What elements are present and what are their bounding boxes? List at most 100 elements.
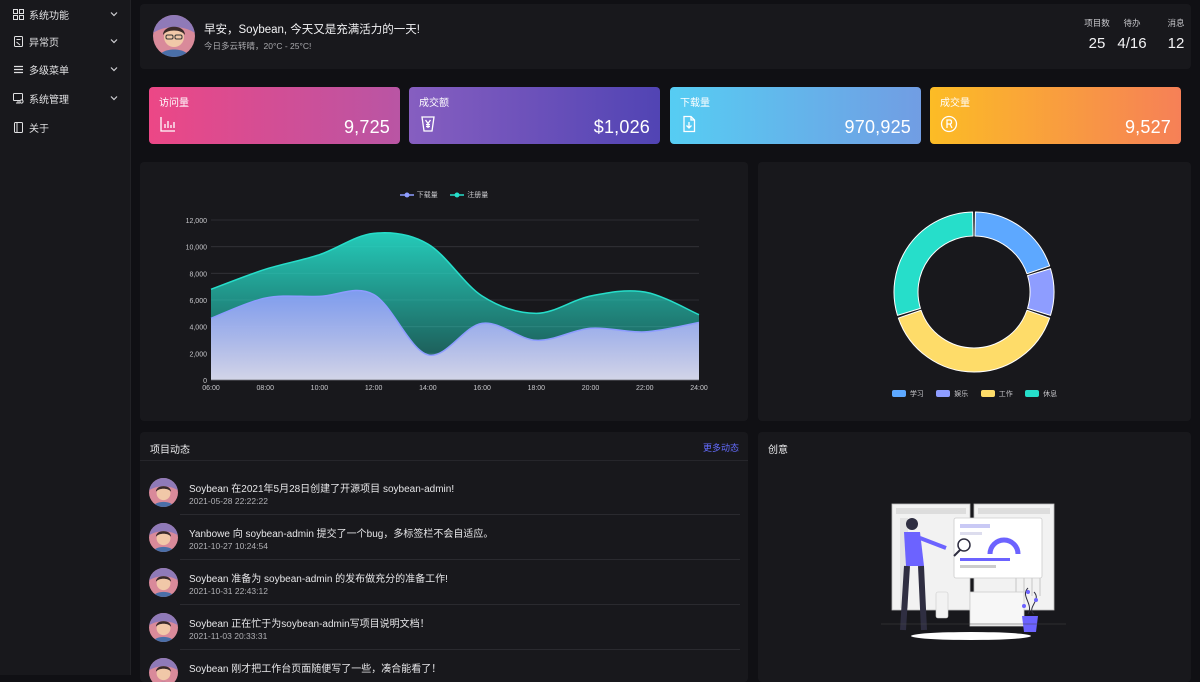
activity-card: 项目动态 更多动态 Soybean 在2021年5月28日创建了开源项目 soy… (140, 432, 748, 682)
stat-label: 项目数 (1084, 18, 1110, 28)
divider (140, 460, 748, 461)
legend-item-work[interactable]: 工作 (980, 389, 1013, 399)
stat-card-title: 下载量 (680, 98, 710, 109)
avatar (149, 613, 178, 642)
activity-text: Soybean 准备为 soybean-admin 的发布做充分的准备工作! (189, 574, 448, 585)
sidebar-item-multilevel-menu[interactable]: 多级菜单 (0, 55, 131, 83)
y-tick-label: 12,000 (186, 218, 208, 225)
stat-messages: 消息 12 (1158, 17, 1194, 52)
main-content: 早安，Soybean, 今天又是充满活力的一天! 今日多云转晴，20°C - 2… (131, 0, 1200, 682)
avatar (149, 568, 178, 597)
avatar (149, 658, 178, 682)
activity-text: Soybean 刚才把工作台页面随便写了一些，凑合能看了！ (189, 664, 442, 675)
stat-card-deals[interactable]: 成交量 9,527 (930, 87, 1181, 144)
avatar (153, 15, 195, 57)
stat-card-value: 970,925 (844, 117, 911, 137)
divider (180, 604, 740, 605)
y-tick-label: 6,000 (189, 298, 207, 305)
creativity-illustration (881, 503, 1066, 640)
list-icon (12, 63, 24, 75)
stat-value: 25 (1088, 35, 1106, 52)
legend-label: 娱乐 (954, 390, 969, 398)
stat-card-downloads[interactable]: 下载量 970,925 (670, 87, 921, 144)
error-page-icon (12, 35, 24, 47)
stat-card-value: 9,725 (343, 117, 390, 137)
grid-icon (12, 8, 24, 20)
donut-chart (893, 211, 1055, 373)
x-tick-label: 18:00 (528, 385, 546, 392)
x-tick-label: 12:00 (365, 385, 383, 392)
bar-chart-icon (160, 117, 175, 132)
divider (180, 649, 740, 650)
stat-label: 消息 (1167, 18, 1185, 28)
stat-card-visits[interactable]: 访问量 9,725 (149, 87, 400, 144)
more-activity-link[interactable]: 更多动态 (703, 441, 739, 454)
stat-value: 4/16 (1117, 35, 1147, 52)
pie-slice-学习[interactable] (974, 211, 1051, 275)
donut-chart-card: 学习 娱乐 工作 休息 (758, 162, 1191, 421)
activity-time: 2021-05-28 22:22:22 (189, 496, 268, 506)
x-tick-label: 20:00 (582, 385, 600, 392)
stat-card-transactions[interactable]: 成交额 $1,026 (409, 87, 660, 144)
sidebar-item-about[interactable]: 关于 (0, 113, 131, 141)
sidebar-item-error-pages[interactable]: 异常页 (0, 27, 131, 55)
legend-label: 工作 (998, 390, 1013, 398)
legend-item-entertainment[interactable]: 娱乐 (936, 389, 968, 399)
pie-slice-休息[interactable] (893, 211, 974, 316)
creativity-card: 创意 (758, 432, 1191, 682)
avatar (149, 523, 178, 552)
activity-title: 项目动态 (150, 445, 190, 456)
y-tick-label: 8,000 (189, 271, 207, 278)
chevron-down-icon (110, 67, 118, 72)
stat-value: 12 (1167, 35, 1185, 52)
divider (180, 559, 740, 560)
download-file-icon (683, 115, 696, 133)
sidebar-item-label: 多级菜单 (29, 65, 69, 77)
chevron-down-icon (110, 12, 118, 17)
stat-card-value: 9,527 (1124, 117, 1171, 137)
sidebar-item-label: 异常页 (29, 37, 59, 49)
pie-slice-娱乐[interactable] (1027, 268, 1055, 316)
sidebar-item-label: 关于 (29, 123, 49, 135)
y-tick-label: 4,000 (189, 325, 207, 332)
activity-text: Soybean 正在忙于为soybean-admin写项目说明文档！ (189, 619, 430, 630)
sidebar: 系统功能 异常页 多级菜单 系统管理 关于 (0, 0, 131, 675)
legend-swatch (891, 390, 906, 397)
greeting-text: 早安，Soybean, 今天又是充满活力的一天! (204, 24, 420, 36)
y-tick-label: 2,000 (189, 351, 207, 358)
x-tick-label: 08:00 (256, 385, 274, 392)
creativity-title: 创意 (768, 445, 788, 456)
pie-slice-工作[interactable] (897, 309, 1051, 373)
stat-projects: 项目数 25 (1077, 17, 1117, 52)
welcome-header: 早安，Soybean, 今天又是充满活力的一天! 今日多云转晴，20°C - 2… (140, 4, 1191, 69)
stat-todos: 待办 4/16 (1112, 17, 1152, 52)
sidebar-item-system-functions[interactable]: 系统功能 (0, 0, 131, 28)
legend-item-study[interactable]: 学习 (891, 389, 924, 399)
yen-icon (421, 116, 435, 132)
legend-label: 学习 (909, 390, 924, 398)
stat-card-title: 成交额 (419, 98, 449, 109)
legend-swatch (936, 390, 951, 397)
chevron-down-icon (110, 96, 118, 101)
weather-text: 今日多云转晴，20°C - 25°C! (204, 41, 312, 51)
sidebar-item-system-management[interactable]: 系统管理 (0, 84, 131, 112)
legend-label: 休息 (1043, 390, 1058, 398)
x-tick-label: 16:00 (473, 385, 491, 392)
y-tick-label: 10,000 (186, 245, 208, 252)
monitor-settings-icon (12, 92, 24, 104)
stat-card-title: 访问量 (159, 98, 189, 109)
legend-swatch (980, 390, 995, 397)
legend-item-rest[interactable]: 休息 (1025, 389, 1057, 399)
area-chart: 0 2,000 4,000 6,000 8,000 10,000 12,000 06:00 08… (186, 218, 708, 392)
x-tick-label: 22:00 (636, 385, 654, 392)
donut-legend: 学习 娱乐 工作 休息 (758, 384, 1191, 402)
line-chart-card: 下载量 注册量 0 2,000 4,000 6,000 8,000 10,000 12,00… (140, 162, 748, 421)
stat-card-value: $1,026 (593, 117, 650, 137)
stat-card-title: 成交量 (940, 98, 970, 109)
list-item[interactable]: Soybean 刚才把工作台页面随便写了一些，凑合能看了！ (149, 656, 739, 682)
y-tick-label: 0 (203, 378, 207, 385)
sidebar-item-label: 系统管理 (29, 94, 69, 106)
x-tick-label: 14:00 (419, 385, 437, 392)
x-tick-label: 24:00 (690, 385, 708, 392)
registered-icon (940, 115, 958, 133)
